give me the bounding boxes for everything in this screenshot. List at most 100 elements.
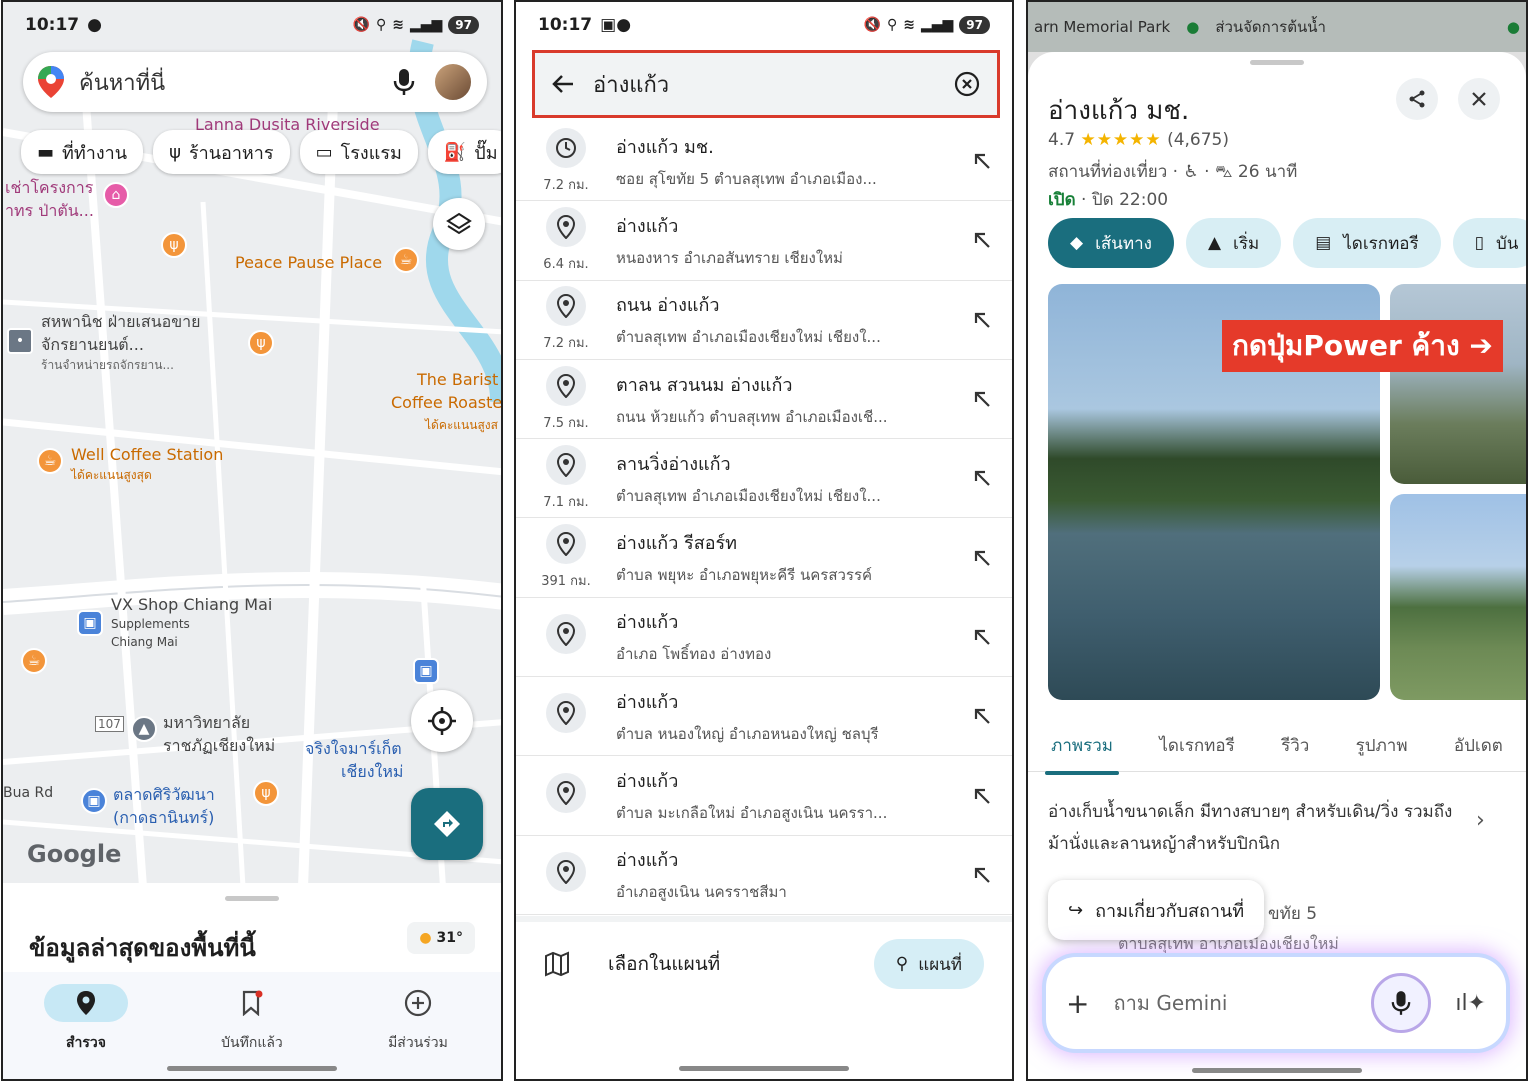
fill-query-arrow-icon[interactable] bbox=[952, 787, 1012, 805]
photo-bridge[interactable] bbox=[1390, 284, 1526, 484]
shop-pin-icon[interactable]: • bbox=[7, 328, 33, 354]
nav-explore[interactable]: สำรวจ bbox=[26, 984, 146, 1079]
fill-query-arrow-icon[interactable] bbox=[952, 549, 1012, 567]
card-drag-handle[interactable] bbox=[1250, 60, 1304, 65]
search-input[interactable]: ค้นหาที่นี่ bbox=[79, 65, 393, 100]
layers-button[interactable] bbox=[433, 198, 485, 250]
sheet-drag-handle[interactable] bbox=[225, 896, 279, 901]
plus-icon[interactable]: + bbox=[1066, 987, 1089, 1020]
bottom-navigation: สำรวจ บันทึกแล้ว มีส่วนร่วม bbox=[3, 972, 501, 1079]
hotel-pin-icon[interactable]: ⌂ bbox=[103, 182, 129, 208]
search-field-highlighted[interactable]: อ่างแก้ว bbox=[532, 50, 1000, 118]
photo-lake[interactable] bbox=[1390, 494, 1526, 700]
fill-query-arrow-icon[interactable] bbox=[952, 311, 1012, 329]
navigation-arrow-icon: ▲ bbox=[1207, 233, 1222, 253]
directions-action-button[interactable]: ◆ เส้นทาง bbox=[1048, 218, 1174, 268]
university-pin-icon[interactable]: ▲ bbox=[131, 716, 157, 742]
search-result-row[interactable]: 391 กม. อ่างแก้ว รีสอร์ท ตำบล พยุหะ อำเภอพ… bbox=[516, 518, 1012, 598]
cafe-pin-icon[interactable]: ☕ bbox=[393, 247, 419, 273]
map-button[interactable]: ⚲ แผนที่ bbox=[873, 939, 984, 989]
tab-photos[interactable]: รูปภาพ bbox=[1356, 732, 1408, 759]
map-label-barista2: Coffee Roaste bbox=[391, 393, 501, 412]
tab-directory[interactable]: ไดเรกทอรี bbox=[1159, 732, 1234, 759]
gemini-mic-button[interactable] bbox=[1371, 973, 1432, 1033]
sheet-title: ข้อมูลล่าสุดของพื้นที่นี้ bbox=[29, 934, 256, 962]
map-label-market2: (กาดธานินทร์) bbox=[113, 808, 215, 827]
cafe-pin-icon[interactable]: ☕ bbox=[37, 448, 63, 474]
road-number-label: 107 bbox=[95, 716, 124, 732]
clear-icon[interactable] bbox=[953, 70, 981, 98]
shopping-pin-icon[interactable]: ▣ bbox=[77, 610, 103, 636]
choose-on-map-row[interactable]: เลือกในแผนที่ ⚲ แผนที่ bbox=[516, 916, 1012, 1006]
search-query[interactable]: อ่างแก้ว bbox=[593, 67, 953, 102]
chip-hotels[interactable]: ▭ โรงแรม bbox=[299, 130, 418, 174]
result-title: อ่างแก้ว bbox=[616, 771, 679, 793]
fill-query-arrow-icon[interactable] bbox=[952, 469, 1012, 487]
search-result-row[interactable]: อ่างแก้ว ตำบล หนองใหญ่ อำเภอหนองใหญ่ ชลบุ… bbox=[516, 677, 1012, 757]
fill-query-arrow-icon[interactable] bbox=[952, 628, 1012, 646]
hours-line[interactable]: เปิด · ปิด 22:00 bbox=[1048, 186, 1168, 213]
directory-action-button[interactable]: ▤ ไดเรกทอรี bbox=[1293, 218, 1441, 268]
restaurant-pin-icon[interactable]: ψ bbox=[253, 780, 279, 806]
place-tabs: ภาพรวม ไดเรกทอรี รีวิว รูปภาพ อัปเดต bbox=[1028, 720, 1526, 775]
cafe-pin-icon[interactable]: ☕ bbox=[21, 648, 47, 674]
chip-gas[interactable]: ⛽ ปั๊ม bbox=[427, 130, 501, 174]
my-location-button[interactable] bbox=[411, 690, 473, 752]
search-result-row[interactable]: 7.1 กม. ลานวิ่งอ่างแก้ว ตำบลสุเทพ อำเภอเมื… bbox=[516, 439, 1012, 519]
chevron-right-icon[interactable]: › bbox=[1476, 808, 1485, 833]
account-avatar[interactable] bbox=[433, 62, 473, 102]
microphone-icon bbox=[1392, 991, 1411, 1015]
fill-query-arrow-icon[interactable] bbox=[952, 231, 1012, 249]
chip-work[interactable]: ▬ ที่ทำงาน bbox=[21, 130, 144, 174]
share-button[interactable] bbox=[1396, 78, 1438, 120]
map-label-sahapanich: สหพานิช ฝ่ายเสนอขาย bbox=[41, 312, 201, 331]
review-count: (4,675) bbox=[1167, 130, 1229, 150]
start-action-button[interactable]: ▲ เริ่ม bbox=[1185, 218, 1282, 268]
fill-query-arrow-icon[interactable] bbox=[952, 866, 1012, 884]
result-title: อ่างแก้ว bbox=[616, 215, 679, 237]
search-result-row[interactable]: 7.5 กม. ตาลน สวนนม อ่างแก้ว ถนน ห้วยแก้ว ต… bbox=[516, 360, 1012, 440]
result-title: ตาลน สวนนม อ่างแก้ว bbox=[616, 374, 793, 396]
close-button[interactable] bbox=[1458, 78, 1500, 120]
save-action-button[interactable]: ▯ บัน bbox=[1452, 218, 1526, 268]
search-result-row[interactable]: 7.2 กม. อ่างแก้ว มช. ซอย สุโขทัย 5 ตำบลสุเ… bbox=[516, 122, 1012, 202]
result-title: ถนน อ่างแก้ว bbox=[616, 295, 720, 317]
ask-about-place-chip[interactable]: ↪ ถามเกี่ยวกับสถานที่ bbox=[1048, 880, 1265, 940]
place-description[interactable]: อ่างเก็บน้ำขนาดเล็ก มีทางสบายๆ สำหรับเดิ… bbox=[1048, 796, 1468, 860]
search-result-row[interactable]: อ่างแก้ว อำเภอ โพธิ์ทอง อ่างทอง bbox=[516, 598, 1012, 678]
tab-reviews[interactable]: รีวิว bbox=[1281, 732, 1309, 759]
fill-query-arrow-icon[interactable] bbox=[952, 390, 1012, 408]
shopping-pin-icon[interactable]: ▣ bbox=[413, 658, 439, 684]
nav-contribute[interactable]: มีส่วนร่วม bbox=[358, 984, 478, 1079]
tab-updates[interactable]: อัปเดต bbox=[1454, 732, 1503, 759]
mute-icon: 🔇 bbox=[863, 17, 881, 33]
star-rating-icon: ★★★★★ bbox=[1080, 130, 1162, 150]
map-label-buarod: Bua Rd bbox=[3, 785, 54, 801]
search-result-row[interactable]: อ่างแก้ว อำเภอสูงเนิน นครราชสีมา bbox=[516, 836, 1012, 915]
directions-icon bbox=[434, 811, 460, 837]
chip-restaurants[interactable]: ψ ร้านอาหาร bbox=[153, 130, 290, 174]
tab-overview[interactable]: ภาพรวม bbox=[1045, 732, 1119, 775]
gemini-input-bar[interactable]: + ถาม Gemini ıl✦ bbox=[1046, 957, 1506, 1049]
map-label-rent: เช่าโครงการ bbox=[5, 178, 94, 197]
gemini-input[interactable]: ถาม Gemini bbox=[1113, 987, 1371, 1019]
rating-line[interactable]: 4.7 ★★★★★ (4,675) bbox=[1048, 130, 1229, 150]
restaurant-pin-icon[interactable]: ψ bbox=[161, 232, 187, 258]
restaurant-pin-icon[interactable]: ψ bbox=[248, 330, 274, 356]
search-result-row[interactable]: 6.4 กม. อ่างแก้ว หนองหาร อำเภอสันทราย เชีย… bbox=[516, 201, 1012, 281]
weather-badge[interactable]: ● 31° bbox=[407, 922, 475, 954]
map-label-jingjai2: เชียงใหม่ bbox=[341, 762, 404, 781]
map-label-rent2: าทร ป่าตัน... bbox=[5, 201, 94, 220]
search-result-row[interactable]: 7.2 กม. ถนน อ่างแก้ว ตำบลสุเทพ อำเภอเมืองเ… bbox=[516, 281, 1012, 360]
directions-button[interactable] bbox=[411, 788, 483, 860]
result-subtitle: ตำบล มะเกลือใหม่ อำเภอสูงเนิน นครรา... bbox=[616, 804, 888, 823]
fill-query-arrow-icon[interactable] bbox=[952, 152, 1012, 170]
shopping-pin-icon[interactable]: ▣ bbox=[81, 788, 107, 814]
fill-query-arrow-icon[interactable] bbox=[952, 707, 1012, 725]
back-arrow-icon[interactable] bbox=[551, 72, 575, 96]
search-result-row[interactable]: อ่างแก้วตำบล มะเกลือใหม่ อำเภอสูงเนิน นค… bbox=[516, 756, 1012, 836]
gemini-live-icon[interactable]: ıl✦ bbox=[1455, 991, 1486, 1016]
microphone-icon[interactable] bbox=[393, 67, 415, 97]
signal-icon: ▂▄▆ bbox=[920, 17, 954, 33]
search-bar[interactable]: ค้นหาที่นี่ bbox=[23, 52, 487, 112]
